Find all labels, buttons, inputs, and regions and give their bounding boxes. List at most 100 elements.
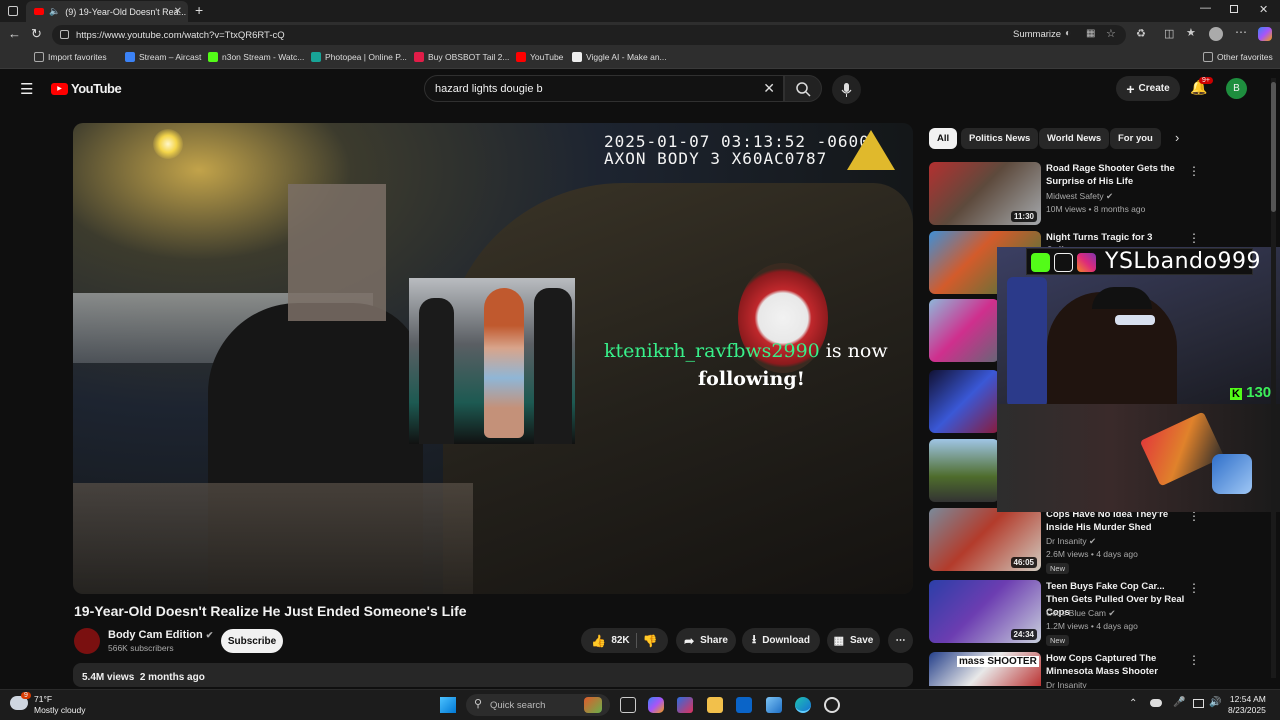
- bookmark-aircast[interactable]: Stream – Aircast: [125, 52, 201, 62]
- dislike-button[interactable]: 👎: [643, 634, 658, 648]
- onedrive-icon[interactable]: [1150, 699, 1162, 707]
- new-tab-button[interactable]: +: [195, 2, 203, 18]
- chip-all[interactable]: All: [929, 128, 958, 149]
- recommendation-menu-icon[interactable]: ⋮: [1188, 164, 1200, 178]
- channel-name[interactable]: Body Cam Edition ✔: [108, 629, 213, 641]
- split-screen-icon[interactable]: ◫: [1164, 27, 1174, 40]
- search-input[interactable]: hazard lights dougie b ✕: [424, 75, 784, 102]
- recommendation-menu-icon[interactable]: ⋮: [1188, 231, 1200, 245]
- import-icon: [34, 52, 44, 62]
- bookmark-import-favorites[interactable]: Import favorites: [34, 52, 107, 62]
- task-view-icon[interactable]: [620, 697, 636, 713]
- minimize-button[interactable]: —: [1200, 2, 1211, 14]
- extensions-icon[interactable]: ♻: [1136, 27, 1146, 40]
- file-explorer-icon[interactable]: [707, 697, 723, 713]
- volume-icon[interactable]: 🔊: [1209, 697, 1221, 708]
- description-box[interactable]: 5.4M views 2 months ago: [73, 663, 913, 687]
- favorite-star-icon[interactable]: ☆: [1106, 27, 1116, 40]
- download-button[interactable]: ⭳ Download: [742, 628, 820, 653]
- refresh-icon[interactable]: ↻: [31, 26, 42, 42]
- summarize-button[interactable]: Summarize: [1013, 29, 1061, 40]
- store-icon[interactable]: [677, 697, 693, 713]
- bookmarks-bar: Import favorites Stream – Aircast n3on S…: [0, 48, 1280, 69]
- more-menu-icon[interactable]: ⋯: [1235, 25, 1247, 39]
- channel-avatar[interactable]: [74, 628, 100, 654]
- recommendation-thumbnail[interactable]: 24:34: [929, 580, 1041, 643]
- recommendation-thumbnail[interactable]: mass SHOOTER: [929, 652, 1041, 686]
- voice-search-button[interactable]: [832, 75, 861, 104]
- site-info-icon[interactable]: [60, 30, 69, 39]
- clear-search-icon[interactable]: ✕: [763, 80, 775, 97]
- recommendation-thumbnail[interactable]: [929, 439, 999, 502]
- more-actions-button[interactable]: ⋯: [888, 628, 913, 653]
- page-scrollbar[interactable]: [1271, 78, 1276, 678]
- bookmark-youtube[interactable]: YouTube: [516, 52, 563, 62]
- close-window-button[interactable]: ✕: [1259, 3, 1268, 16]
- chip-politics-news[interactable]: Politics News: [961, 128, 1039, 149]
- other-favorites[interactable]: Other favorites: [1203, 52, 1273, 62]
- pip-person-right: [534, 288, 572, 444]
- share-button[interactable]: ➦ Share: [676, 628, 736, 653]
- search-button[interactable]: [784, 75, 822, 102]
- photos-icon[interactable]: [766, 697, 782, 713]
- bookmark-viggle[interactable]: Viggle AI - Make an...: [572, 52, 667, 62]
- taskbar-search-input[interactable]: ⚲ Quick search: [466, 694, 610, 716]
- account-avatar[interactable]: B: [1226, 78, 1247, 99]
- recommendation-title[interactable]: Road Rage Shooter Gets the Surprise of H…: [1046, 162, 1186, 188]
- video-duration: 24:34: [1010, 629, 1037, 640]
- display-icon[interactable]: [1193, 699, 1204, 708]
- reading-icon[interactable]: ◐: [1065, 28, 1071, 39]
- bookmark-icon: ▦: [833, 635, 845, 647]
- hamburger-menu-icon[interactable]: ☰: [20, 80, 33, 98]
- recommendation-thumbnail[interactable]: [929, 370, 999, 433]
- chips-next-chevron-icon[interactable]: ›: [1175, 130, 1179, 145]
- bookmark-n3on[interactable]: n3on Stream - Watc...: [208, 52, 304, 62]
- recommendation-menu-icon[interactable]: ⋮: [1188, 653, 1200, 667]
- notifications-button[interactable]: 🔔 9+: [1190, 77, 1213, 97]
- scrollbar-thumb[interactable]: [1271, 82, 1276, 212]
- mic-icon[interactable]: 🎤: [1173, 697, 1185, 708]
- folder-icon: [1203, 52, 1213, 62]
- subscribe-button[interactable]: Subscribe: [221, 629, 283, 653]
- windows-start-icon[interactable]: [440, 697, 456, 713]
- recommendation-thumbnail[interactable]: [929, 299, 999, 362]
- copilot-icon[interactable]: [1258, 27, 1272, 41]
- copilot-icon[interactable]: [648, 697, 664, 713]
- youtube-logo[interactable]: ▶ YouTube: [51, 81, 122, 96]
- outlook-icon[interactable]: [736, 697, 752, 713]
- axon-logo-icon: [847, 130, 895, 170]
- recommendation-channel[interactable]: Code Blue Cam ✔: [1046, 607, 1116, 620]
- tab-actions-icon[interactable]: [8, 6, 18, 16]
- like-button[interactable]: 👍 82K: [591, 634, 629, 648]
- recommendation-channel[interactable]: Dr Insanity: [1046, 679, 1087, 688]
- back-icon[interactable]: ←: [8, 26, 21, 41]
- favorites-icon[interactable]: ★: [1186, 26, 1196, 39]
- recommendation-title[interactable]: How Cops Captured The Minnesota Mass Sho…: [1046, 652, 1186, 678]
- profile-icon[interactable]: [1209, 27, 1223, 41]
- speaker-icon[interactable]: 🔈: [49, 6, 60, 17]
- upload-age: 2 months ago: [139, 672, 205, 683]
- system-clock[interactable]: 12:54 AM 8/23/2025: [1228, 694, 1266, 716]
- chip-world-news[interactable]: World News: [1039, 128, 1110, 149]
- recommendation-channel[interactable]: Midwest Safety ✔: [1046, 190, 1113, 203]
- recommendation-channel[interactable]: Dr Insanity ✔: [1046, 535, 1096, 548]
- apps-icon[interactable]: ▦: [1086, 28, 1095, 39]
- url-input[interactable]: https://www.youtube.com/watch?v=TtxQR6RT…: [52, 25, 1126, 45]
- recommendation-menu-icon[interactable]: ⋮: [1188, 581, 1200, 595]
- browser-tab-active[interactable]: 🔈 (9) 19-Year-Old Doesn't Rea... ✕: [26, 1, 188, 22]
- tray-chevron-icon[interactable]: ⌃: [1129, 698, 1137, 709]
- recommendation-thumbnail[interactable]: 11:30: [929, 162, 1041, 225]
- streamer-glasses: [1115, 315, 1155, 325]
- kick-icon: [1031, 253, 1050, 272]
- tab-close-icon[interactable]: ✕: [174, 6, 182, 17]
- chatgpt-icon[interactable]: [824, 697, 840, 713]
- weather-widget[interactable]: 71°F Mostly cloudy: [34, 694, 86, 716]
- chip-for-you[interactable]: For you: [1110, 128, 1161, 149]
- save-button[interactable]: ▦ Save: [827, 628, 880, 653]
- bookmark-obsbot[interactable]: Buy OBSBOT Tail 2...: [414, 52, 509, 62]
- recommendation-thumbnail[interactable]: 46:05: [929, 508, 1041, 571]
- bookmark-photopea[interactable]: Photopea | Online P...: [311, 52, 407, 62]
- create-button[interactable]: + Create: [1116, 76, 1180, 101]
- maximize-button[interactable]: [1230, 5, 1238, 13]
- edge-icon[interactable]: [795, 697, 811, 713]
